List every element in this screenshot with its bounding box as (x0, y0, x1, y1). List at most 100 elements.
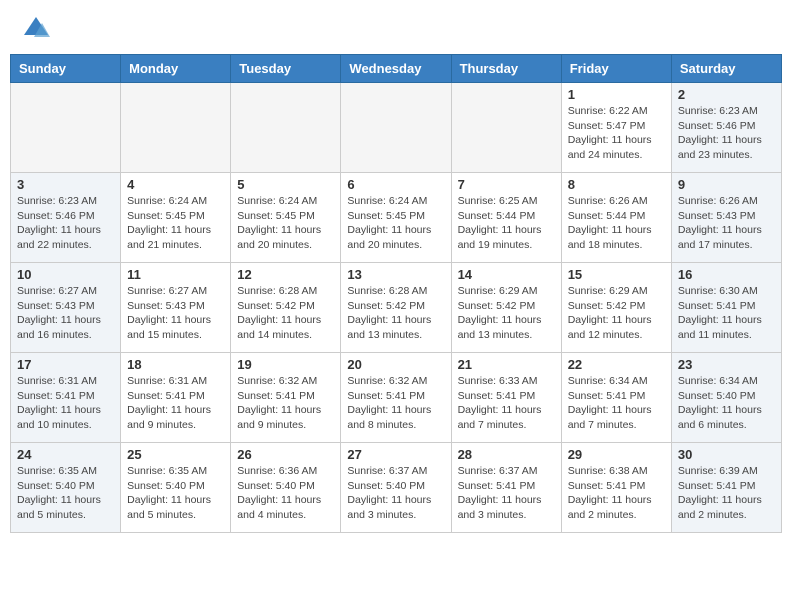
day-number: 10 (17, 267, 114, 282)
day-number: 4 (127, 177, 224, 192)
day-info: Sunrise: 6:37 AM Sunset: 5:40 PM Dayligh… (347, 464, 444, 523)
day-info: Sunrise: 6:29 AM Sunset: 5:42 PM Dayligh… (568, 284, 665, 343)
day-number: 18 (127, 357, 224, 372)
day-info: Sunrise: 6:31 AM Sunset: 5:41 PM Dayligh… (17, 374, 114, 433)
day-number: 22 (568, 357, 665, 372)
calendar-day-cell: 8Sunrise: 6:26 AM Sunset: 5:44 PM Daylig… (561, 173, 671, 263)
day-number: 1 (568, 87, 665, 102)
calendar-day-cell: 20 Sunrise: 6:32 AM Sunset: 5:41 PM Dayli… (341, 353, 451, 443)
logo (20, 15, 50, 39)
day-number: 16 (678, 267, 775, 282)
day-info: Sunrise: 6:30 AM Sunset: 5:41 PM Dayligh… (678, 284, 775, 343)
calendar-day-cell (121, 83, 231, 173)
day-info: Sunrise: 6:26 AM Sunset: 5:44 PM Dayligh… (568, 194, 665, 253)
day-info: Sunrise: 6:37 AM Sunset: 5:41 PM Dayligh… (458, 464, 555, 523)
day-number: 17 (17, 357, 114, 372)
day-number: 28 (458, 447, 555, 462)
calendar-week-row: 10 Sunrise: 6:27 AM Sunset: 5:43 PM Dayli… (11, 263, 782, 353)
day-number: 7 (458, 177, 555, 192)
day-number: 3 (17, 177, 114, 192)
day-info: Sunrise: 6:23 AM Sunset: 5:46 PM Dayligh… (17, 194, 114, 253)
day-info: Sunrise: 6:39 AM Sunset: 5:41 PM Dayligh… (678, 464, 775, 523)
calendar-table: SundayMondayTuesdayWednesdayThursdayFrid… (10, 54, 782, 533)
calendar-day-cell: 2 Sunrise: 6:23 AM Sunset: 5:46 PM Daylig… (671, 83, 781, 173)
day-number: 25 (127, 447, 224, 462)
calendar-day-cell: 23 Sunrise: 6:34 AM Sunset: 5:40 PM Dayli… (671, 353, 781, 443)
calendar-day-cell: 14 Sunrise: 6:29 AM Sunset: 5:42 PM Dayli… (451, 263, 561, 353)
calendar-day-cell: 11 Sunrise: 6:27 AM Sunset: 5:43 PM Dayli… (121, 263, 231, 353)
day-number: 15 (568, 267, 665, 282)
calendar-day-header: Monday (121, 55, 231, 83)
calendar-day-header: Friday (561, 55, 671, 83)
day-info: Sunrise: 6:29 AM Sunset: 5:42 PM Dayligh… (458, 284, 555, 343)
day-info: Sunrise: 6:33 AM Sunset: 5:41 PM Dayligh… (458, 374, 555, 433)
day-info: Sunrise: 6:24 AM Sunset: 5:45 PM Dayligh… (347, 194, 444, 253)
day-number: 13 (347, 267, 444, 282)
day-info: Sunrise: 6:28 AM Sunset: 5:42 PM Dayligh… (347, 284, 444, 343)
day-info: Sunrise: 6:38 AM Sunset: 5:41 PM Dayligh… (568, 464, 665, 523)
calendar-week-row: 17 Sunrise: 6:31 AM Sunset: 5:41 PM Dayli… (11, 353, 782, 443)
logo-icon (22, 15, 50, 43)
calendar-week-row: 24 Sunrise: 6:35 AM Sunset: 5:40 PM Dayli… (11, 443, 782, 533)
day-number: 12 (237, 267, 334, 282)
calendar-header-row: SundayMondayTuesdayWednesdayThursdayFrid… (11, 55, 782, 83)
calendar-day-cell: 4 Sunrise: 6:24 AM Sunset: 5:45 PM Daylig… (121, 173, 231, 263)
calendar-day-header: Sunday (11, 55, 121, 83)
day-number: 20 (347, 357, 444, 372)
calendar-day-cell (451, 83, 561, 173)
header (10, 10, 782, 44)
calendar-week-row: 3 Sunrise: 6:23 AM Sunset: 5:46 PM Daylig… (11, 173, 782, 263)
day-number: 30 (678, 447, 775, 462)
calendar-day-cell: 7 Sunrise: 6:25 AM Sunset: 5:44 PM Daylig… (451, 173, 561, 263)
calendar-day-cell: 19Sunrise: 6:32 AM Sunset: 5:41 PM Dayli… (231, 353, 341, 443)
calendar-day-cell: 22 Sunrise: 6:34 AM Sunset: 5:41 PM Dayli… (561, 353, 671, 443)
day-info: Sunrise: 6:22 AM Sunset: 5:47 PM Dayligh… (568, 104, 665, 163)
day-number: 11 (127, 267, 224, 282)
calendar-day-cell: 17 Sunrise: 6:31 AM Sunset: 5:41 PM Dayli… (11, 353, 121, 443)
day-info: Sunrise: 6:25 AM Sunset: 5:44 PM Dayligh… (458, 194, 555, 253)
calendar-day-cell: 29 Sunrise: 6:38 AM Sunset: 5:41 PM Dayli… (561, 443, 671, 533)
day-info: Sunrise: 6:34 AM Sunset: 5:41 PM Dayligh… (568, 374, 665, 433)
calendar-day-cell: 3 Sunrise: 6:23 AM Sunset: 5:46 PM Daylig… (11, 173, 121, 263)
calendar-day-cell: 10Sunrise: 6:27 AM Sunset: 5:43 PM Dayli… (11, 263, 121, 353)
day-info: Sunrise: 6:24 AM Sunset: 5:45 PM Dayligh… (237, 194, 334, 253)
day-info: Sunrise: 6:27 AM Sunset: 5:43 PM Dayligh… (127, 284, 224, 343)
calendar-day-cell (231, 83, 341, 173)
calendar-day-header: Wednesday (341, 55, 451, 83)
calendar-day-header: Saturday (671, 55, 781, 83)
day-info: Sunrise: 6:36 AM Sunset: 5:40 PM Dayligh… (237, 464, 334, 523)
calendar-day-cell: 18Sunrise: 6:31 AM Sunset: 5:41 PM Dayli… (121, 353, 231, 443)
calendar-day-cell: 28 Sunrise: 6:37 AM Sunset: 5:41 PM Dayli… (451, 443, 561, 533)
calendar-day-cell: 15 Sunrise: 6:29 AM Sunset: 5:42 PM Dayli… (561, 263, 671, 353)
calendar-day-cell: 5Sunrise: 6:24 AM Sunset: 5:45 PM Daylig… (231, 173, 341, 263)
day-info: Sunrise: 6:23 AM Sunset: 5:46 PM Dayligh… (678, 104, 775, 163)
calendar-day-cell: 13 Sunrise: 6:28 AM Sunset: 5:42 PM Dayli… (341, 263, 451, 353)
calendar-day-cell: 12 Sunrise: 6:28 AM Sunset: 5:42 PM Dayli… (231, 263, 341, 353)
day-number: 26 (237, 447, 334, 462)
day-number: 14 (458, 267, 555, 282)
day-number: 2 (678, 87, 775, 102)
day-number: 6 (347, 177, 444, 192)
day-number: 23 (678, 357, 775, 372)
day-info: Sunrise: 6:34 AM Sunset: 5:40 PM Dayligh… (678, 374, 775, 433)
day-number: 24 (17, 447, 114, 462)
calendar-day-cell: 27 Sunrise: 6:37 AM Sunset: 5:40 PM Dayli… (341, 443, 451, 533)
day-info: Sunrise: 6:35 AM Sunset: 5:40 PM Dayligh… (127, 464, 224, 523)
calendar-day-cell: 16 Sunrise: 6:30 AM Sunset: 5:41 PM Dayli… (671, 263, 781, 353)
calendar-day-cell: 1 Sunrise: 6:22 AM Sunset: 5:47 PM Daylig… (561, 83, 671, 173)
day-info: Sunrise: 6:26 AM Sunset: 5:43 PM Dayligh… (678, 194, 775, 253)
calendar-day-cell: 30 Sunrise: 6:39 AM Sunset: 5:41 PM Dayli… (671, 443, 781, 533)
day-number: 29 (568, 447, 665, 462)
calendar-day-cell: 9 Sunrise: 6:26 AM Sunset: 5:43 PM Daylig… (671, 173, 781, 263)
calendar-day-cell: 24Sunrise: 6:35 AM Sunset: 5:40 PM Dayli… (11, 443, 121, 533)
day-number: 21 (458, 357, 555, 372)
day-info: Sunrise: 6:24 AM Sunset: 5:45 PM Dayligh… (127, 194, 224, 253)
calendar-day-cell: 26 Sunrise: 6:36 AM Sunset: 5:40 PM Dayli… (231, 443, 341, 533)
day-info: Sunrise: 6:28 AM Sunset: 5:42 PM Dayligh… (237, 284, 334, 343)
calendar-day-cell (11, 83, 121, 173)
day-number: 27 (347, 447, 444, 462)
calendar-day-header: Thursday (451, 55, 561, 83)
calendar-day-cell: 21 Sunrise: 6:33 AM Sunset: 5:41 PM Dayli… (451, 353, 561, 443)
day-info: Sunrise: 6:32 AM Sunset: 5:41 PM Dayligh… (347, 374, 444, 433)
day-number: 9 (678, 177, 775, 192)
